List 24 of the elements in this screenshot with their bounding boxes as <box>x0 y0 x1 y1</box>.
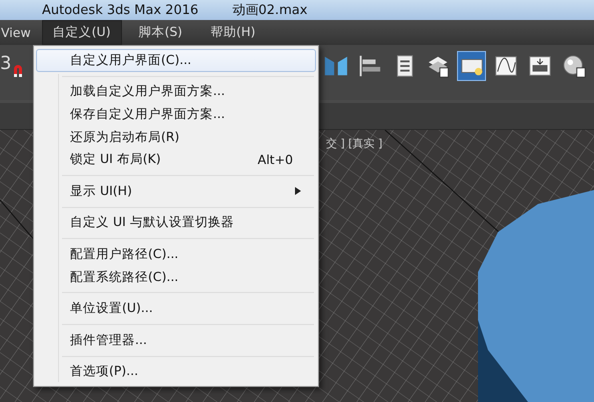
menu-option[interactable]: 配置系统路径(C)... <box>36 266 316 288</box>
menu-option[interactable]: 单位设置(U)... <box>36 297 316 320</box>
menu-item[interactable]: 帮助(H) <box>199 20 266 45</box>
menu-item[interactable]: 自定义(U) <box>42 20 122 45</box>
menu-option[interactable]: 还原为启动布局(R) <box>36 126 316 148</box>
menu-option[interactable]: 配置用户路径(C)... <box>36 243 316 266</box>
menu-item[interactable]: 脚本(S) <box>128 20 194 45</box>
file-name: 动画02.max <box>232 2 308 19</box>
menu-item[interactable]: View <box>0 21 36 44</box>
magnet-icon[interactable] <box>12 63 24 77</box>
app-title: Autodesk 3ds Max 2016 <box>42 2 198 18</box>
viewport-label: 交 ] [真实 ] <box>326 136 382 151</box>
menu-option[interactable]: 首选项(P)... <box>36 360 316 384</box>
menu-option[interactable]: 自定义 UI 与默认设置切换器 <box>36 212 316 234</box>
menu-option[interactable]: 保存自定义用户界面方案... <box>36 103 316 126</box>
menu-option[interactable]: 锁定 UI 布局(K) Alt+0 <box>36 148 316 171</box>
menu-option[interactable]: 插件管理器... <box>36 328 316 352</box>
menu-option[interactable]: 加载自定义用户界面方案... <box>36 80 316 104</box>
snap-label: 3 <box>0 53 12 74</box>
menu-option[interactable]: 自定义用户界面(C)... <box>36 49 316 72</box>
submenu-arrow-icon <box>295 187 301 196</box>
scene-tool-button[interactable] <box>457 51 486 81</box>
material-icon <box>560 53 586 79</box>
menu-option[interactable]: 显示 UI(H) <box>36 180 316 203</box>
